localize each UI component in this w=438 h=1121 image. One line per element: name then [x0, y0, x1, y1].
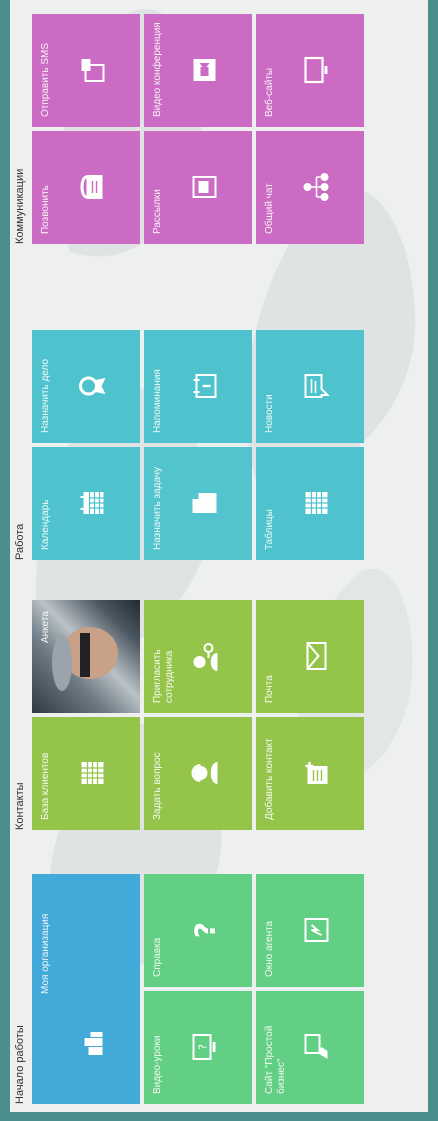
tile-set-task[interactable]: Назначить задачу — [144, 447, 252, 560]
tile-invite-employee[interactable]: Пригласить сотрудника — [144, 600, 252, 713]
svg-text:?: ? — [196, 1044, 209, 1050]
tile-label: База клиентов — [40, 752, 51, 820]
tile-call[interactable]: Позвонить — [32, 131, 140, 244]
tile-label: Назначить задачу — [152, 466, 163, 550]
mobile-sms-icon — [79, 58, 110, 84]
tile-label: Таблицы — [264, 509, 275, 550]
network-icon — [302, 173, 335, 203]
app-frame: Начало работы Контакты Работа Коммуникац… — [10, 0, 428, 1112]
speech-bubble-icon — [303, 374, 334, 400]
tile-profile[interactable]: Анкета — [32, 600, 140, 713]
bottom-bar — [0, 1112, 438, 1121]
video-camera-icon — [191, 58, 222, 84]
group-label-work: Работа — [14, 523, 26, 560]
spreadsheet-icon — [303, 491, 334, 517]
newsletter-icon — [191, 176, 222, 200]
tile-label: Почта — [264, 675, 275, 703]
question-icon: ? — [188, 921, 223, 941]
tile-label: Календарь — [40, 499, 51, 550]
tile-calendar[interactable]: Календарь — [32, 447, 140, 560]
tile-websites[interactable]: Веб-сайты — [256, 14, 364, 127]
buildings-icon — [82, 1031, 107, 1057]
document-icon — [190, 492, 223, 516]
monitor-icon — [303, 57, 334, 85]
tile-video-lessons[interactable]: Видео-уроки ? — [144, 991, 252, 1104]
hand-site-icon — [303, 1034, 334, 1062]
phone-icon — [80, 174, 109, 202]
tile-agent-window[interactable]: Окно агента — [256, 874, 364, 987]
agent-icon — [303, 918, 334, 944]
tile-label: Позвонить — [40, 185, 51, 234]
tile-client-base[interactable]: База клиентов — [32, 717, 140, 830]
tile-label: Справка — [152, 937, 163, 977]
tile-tables[interactable]: Таблицы — [256, 447, 364, 560]
tile-label: Общий чат — [264, 183, 275, 234]
tile-label: Сайт "Простой бизнес" — [264, 1025, 287, 1094]
tile-label: Отправить SMS — [40, 42, 51, 117]
table-grid-icon — [79, 761, 110, 787]
tile-send-sms[interactable]: Отправить SMS — [32, 14, 140, 127]
tile-label: Веб-сайты — [264, 67, 275, 117]
tile-assign-task[interactable]: Назначить дело — [32, 330, 140, 443]
group-label-start: Начало работы — [14, 1025, 26, 1104]
tile-common-chat[interactable]: Общий чат — [256, 131, 364, 244]
badge-icon — [78, 375, 111, 399]
tile-help[interactable]: Справка ? — [144, 874, 252, 987]
tile-label: Окно агента — [264, 920, 275, 977]
tile-ask-question[interactable]: Задать вопрос — [144, 717, 252, 830]
profile-photo — [52, 627, 118, 691]
tile-video-conference[interactable]: Видео конференция — [144, 14, 252, 127]
tile-label: Задать вопрос — [152, 752, 163, 820]
tile-mailings[interactable]: Рассылки — [144, 131, 252, 244]
reminder-calendar-icon — [191, 374, 222, 400]
tile-canvas: Начало работы Контакты Работа Коммуникац… — [10, 0, 428, 1112]
tile-add-contact[interactable]: Добавить контакт — [256, 717, 364, 830]
tile-mail[interactable]: Почта — [256, 600, 364, 713]
group-label-contacts: Контакты — [14, 782, 26, 830]
tile-label: Пригласить сотрудника — [152, 649, 175, 703]
tile-my-organization[interactable]: Моя организация — [32, 874, 140, 1104]
tile-label: Рассылки — [152, 189, 163, 234]
envelope-icon — [306, 642, 331, 671]
tile-label: Видео-уроки — [152, 1035, 163, 1094]
svg-text:?: ? — [190, 922, 218, 938]
group-label-comms: Коммуникации — [14, 168, 26, 244]
tile-label: Назначить дело — [40, 358, 51, 433]
tile-label: Моя организация — [40, 913, 51, 994]
support-person-icon — [190, 760, 223, 788]
tile-news[interactable]: Новости — [256, 330, 364, 443]
tile-reminders[interactable]: Напоминания — [144, 330, 252, 443]
tile-label: Новости — [264, 394, 275, 433]
calendar-icon — [79, 491, 110, 517]
person-key-icon — [190, 641, 223, 673]
tile-site[interactable]: Сайт "Простой бизнес" — [256, 991, 364, 1104]
tile-label: Добавить контакт — [264, 738, 275, 820]
tile-label: Видео конференция — [152, 22, 163, 117]
monitor-help-icon: ? — [191, 1034, 222, 1062]
add-contact-icon — [303, 761, 334, 787]
tile-label: Напоминания — [152, 369, 163, 433]
